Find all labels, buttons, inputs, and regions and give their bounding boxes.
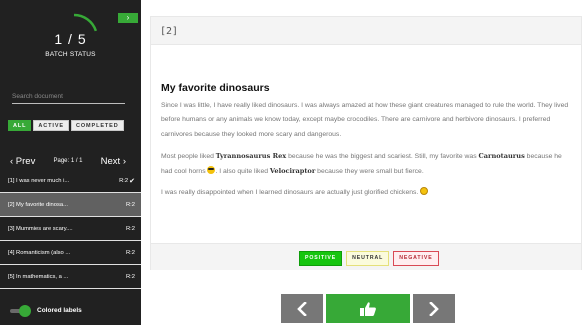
text-span: . I also quite liked: [215, 168, 270, 176]
filter-active-button[interactable]: ACTIVE: [33, 120, 69, 131]
document-list-item[interactable]: [1] I was never much i... R:2 ✔: [0, 169, 141, 193]
prev-page-button[interactable]: ‹ Prev: [10, 156, 35, 167]
text-span: I was really disappointed when I learned…: [161, 189, 421, 197]
chevron-left-icon: [297, 301, 307, 316]
check-icon: ✔: [129, 177, 135, 185]
filter-all-button[interactable]: ALL: [8, 120, 32, 131]
dinosaur-name: Carnotaurus: [478, 151, 525, 160]
document-list-item[interactable]: [4] Romanticism (also ... R:2: [0, 241, 141, 265]
label-positive-button[interactable]: POSITIVE: [299, 251, 343, 266]
document-rating: R:2 ✔: [119, 177, 135, 185]
rating-value: R:2: [125, 201, 135, 208]
next-page-button[interactable]: Next ›: [101, 156, 126, 167]
search-input[interactable]: [12, 90, 125, 104]
document-panel: [2] My favorite dinosaurs Since I was li…: [150, 16, 582, 270]
pager: ‹ Prev Page: 1 / 1 Next ›: [10, 154, 126, 168]
rating-value: R:2: [119, 177, 129, 184]
accept-button[interactable]: [326, 294, 410, 323]
document-header: [2]: [151, 17, 581, 45]
document-rating: R:2: [126, 226, 135, 232]
chevron-right-icon: [429, 301, 439, 316]
batch-count: 1 / 5: [54, 31, 87, 47]
document-title: [3] Mummies are scary....: [8, 225, 73, 232]
text-span: because they were small but fierce.: [315, 168, 424, 176]
colored-labels-toggle[interactable]: [10, 305, 31, 317]
paragraph-1: Since I was little, I have really liked …: [161, 102, 569, 138]
document-rating: R:2: [126, 202, 135, 208]
label-neutral-button[interactable]: NEUTRAL: [346, 251, 390, 266]
paragraph-3: I was really disappointed when I learned…: [161, 186, 571, 200]
next-document-button[interactable]: [413, 294, 455, 323]
toggle-knob: [19, 305, 31, 317]
document-title: [2] My favorite dinosa...: [8, 201, 68, 208]
sidebar: › 1 / 5 BATCH STATUS ALL ACTIVE COMPLETE…: [0, 0, 141, 325]
dinosaur-name: Tyrannosaurus Rex: [215, 151, 287, 160]
rating-value: R:2: [125, 249, 135, 256]
text-span: because he was the biggest and scariest.…: [286, 152, 479, 160]
document-list-item[interactable]: [3] Mummies are scary.... R:2: [0, 217, 141, 241]
text-span: Most people liked: [161, 152, 216, 160]
smiling-face-icon: [420, 187, 429, 196]
filter-completed-button[interactable]: COMPLETED: [70, 120, 124, 131]
filter-group: ALL ACTIVE COMPLETED: [8, 120, 124, 131]
colored-labels-label: Colored labels: [37, 307, 82, 314]
rating-value: R:2: [125, 273, 135, 280]
thumbs-up-icon: [360, 301, 376, 316]
document-rating: R:2: [126, 250, 135, 256]
document-title-heading: My favorite dinosaurs: [161, 82, 270, 94]
document-list-item[interactable]: [5] In mathematics, a ... R:2: [0, 265, 141, 289]
document-id: [2]: [160, 26, 179, 37]
label-negative-button[interactable]: NEGATIVE: [393, 251, 439, 266]
batch-status-label: BATCH STATUS: [45, 51, 96, 58]
app: › 1 / 5 BATCH STATUS ALL ACTIVE COMPLETE…: [0, 0, 582, 325]
dinosaur-name: Velociraptor: [269, 167, 316, 176]
document-title: [5] In mathematics, a ...: [8, 273, 69, 280]
document-list: [1] I was never much i... R:2 ✔ [2] My f…: [0, 169, 141, 289]
page-indicator: Page: 1 / 1: [53, 158, 83, 164]
rating-value: R:2: [125, 225, 135, 232]
document-list-item-selected[interactable]: [2] My favorite dinosa... R:2: [0, 193, 141, 217]
label-bar: POSITIVE NEUTRAL NEGATIVE: [151, 243, 581, 270]
paragraph-2: Most people liked Tyrannosaurus Rex beca…: [161, 149, 571, 180]
collapse-sidebar-button[interactable]: ›: [118, 13, 138, 23]
label-buttons: POSITIVE NEUTRAL NEGATIVE: [299, 251, 439, 266]
batch-progress-arc: [73, 13, 98, 32]
document-rating: R:2: [126, 274, 135, 280]
document-title: [1] I was never much i...: [8, 177, 70, 184]
document-body: Since I was little, I have really liked …: [161, 99, 571, 208]
previous-document-button[interactable]: [281, 294, 323, 323]
document-title: [4] Romanticism (also ...: [8, 249, 71, 256]
chevron-right-icon: ›: [126, 13, 130, 22]
